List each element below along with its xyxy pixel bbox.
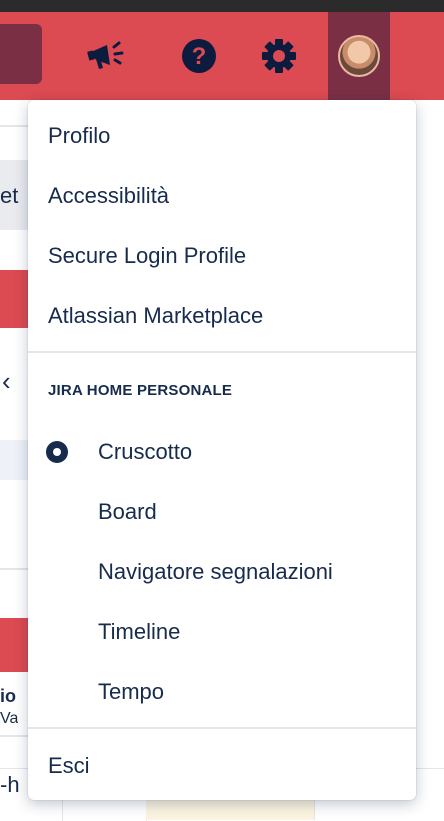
page-divider — [0, 125, 28, 127]
question-circle-icon: ? — [182, 39, 216, 73]
search-input[interactable] — [0, 24, 42, 84]
profile-dropdown-menu: Profilo Accessibilità Secure Login Profi… — [28, 100, 416, 800]
menu-item-home-board[interactable]: Board — [28, 484, 416, 540]
settings-button[interactable] — [248, 12, 310, 100]
menu-item-profile[interactable]: Profilo — [28, 108, 416, 164]
page-red-banner — [0, 270, 28, 328]
megaphone-icon — [87, 41, 124, 69]
page-divider — [0, 735, 28, 737]
page-row-text: Va — [0, 710, 19, 727]
menu-divider — [28, 351, 416, 353]
menu-item-secure-login-profile[interactable]: Secure Login Profile — [28, 228, 416, 284]
menu-item-home-timeline[interactable]: Timeline — [28, 604, 416, 660]
menu-item-logout[interactable]: Esci — [28, 738, 416, 794]
menu-item-accessibility[interactable]: Accessibilità — [28, 168, 416, 224]
menu-item-atlassian-marketplace[interactable]: Atlassian Marketplace — [28, 288, 416, 344]
gear-icon — [262, 39, 296, 73]
menu-item-home-dashboard[interactable]: Cruscotto — [28, 424, 416, 480]
menu-item-home-tempo[interactable]: Tempo — [28, 664, 416, 720]
chevron-left-icon[interactable]: ‹ — [2, 366, 11, 397]
help-button[interactable]: ? — [168, 12, 230, 100]
section-heading-personal-home: JIRA HOME PERSONALE — [48, 382, 233, 399]
svg-text:?: ? — [192, 43, 207, 70]
profile-button[interactable] — [328, 12, 390, 100]
avatar — [338, 35, 380, 77]
menu-item-home-issue-navigator[interactable]: Navigatore segnalazioni — [28, 544, 416, 600]
page-panel — [0, 440, 28, 480]
page-tab-fragment: et — [0, 183, 19, 208]
notifications-button[interactable] — [76, 12, 138, 100]
page-red-banner — [0, 618, 28, 672]
page-divider — [0, 568, 28, 570]
page-row-text: io — [0, 686, 16, 706]
menu-divider — [28, 727, 416, 729]
window-top-strip — [0, 0, 444, 12]
